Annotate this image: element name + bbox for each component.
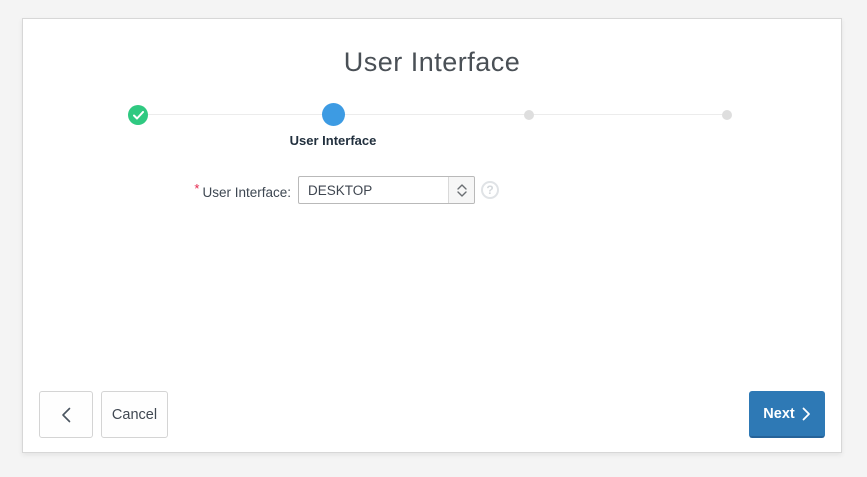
stepper-step-3-pending: [524, 110, 534, 120]
back-button[interactable]: [39, 391, 93, 438]
stepper-step-1-complete[interactable]: [128, 105, 148, 125]
stepper-line: [138, 114, 727, 115]
chevron-up-icon: [457, 184, 467, 190]
chevron-right-icon: [802, 407, 811, 421]
user-interface-select[interactable]: DESKTOP: [298, 176, 475, 204]
chevron-left-icon: [61, 407, 71, 423]
field-label-text: User Interface:: [202, 185, 291, 200]
select-value: DESKTOP: [299, 177, 448, 203]
user-interface-field-label: *User Interface:: [83, 181, 291, 200]
chevron-down-icon: [457, 191, 467, 197]
stepper-step-2-current[interactable]: [322, 103, 345, 126]
cancel-button[interactable]: Cancel: [101, 391, 168, 438]
next-button-label: Next: [763, 406, 794, 422]
stepper-step-4-pending: [722, 110, 732, 120]
stepper-current-label: User Interface: [263, 133, 403, 148]
select-spinner[interactable]: [448, 177, 474, 203]
required-marker: *: [194, 181, 199, 196]
wizard-card: User Interface User Interface *User Inte…: [22, 18, 842, 453]
checkmark-icon: [133, 111, 144, 120]
help-icon[interactable]: ?: [481, 181, 499, 199]
next-button[interactable]: Next: [749, 391, 825, 438]
page-title: User Interface: [23, 47, 841, 78]
